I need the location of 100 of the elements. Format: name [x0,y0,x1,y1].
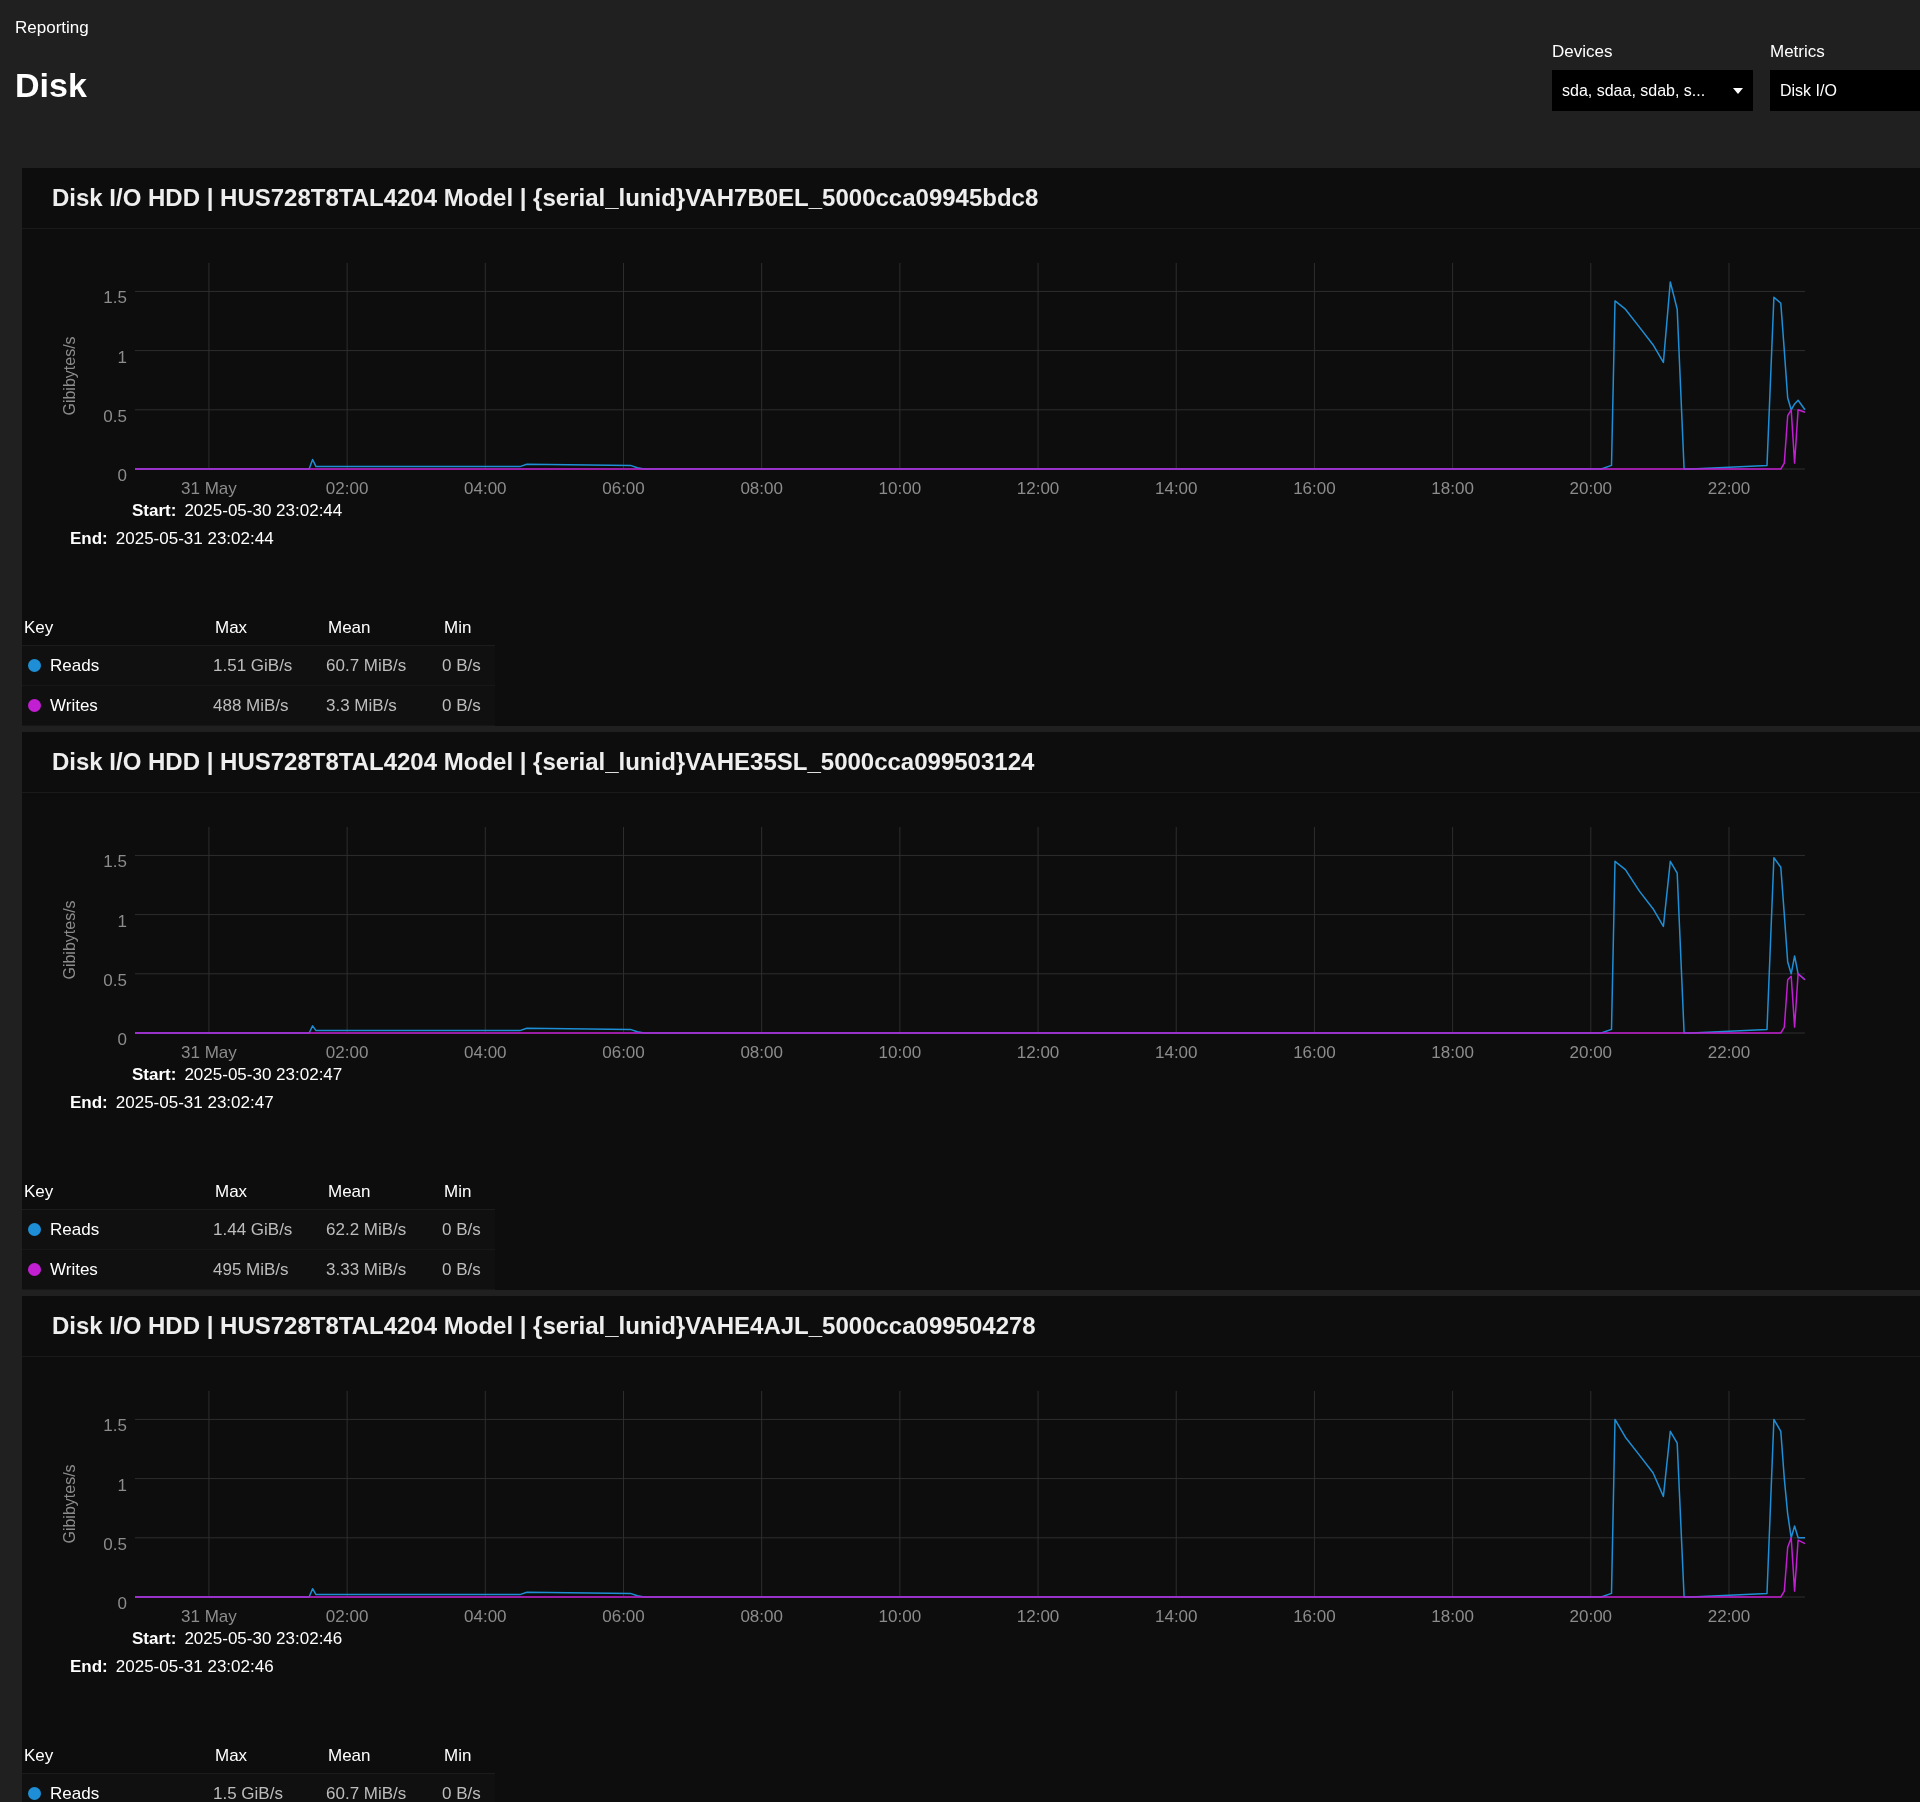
column-header: Min [444,1746,473,1766]
range-label: End: [70,1093,108,1113]
series-name: Reads [50,1783,100,1802]
card-title: Disk I/O HDD | HUS728T8TAL4204 Model | {serial_lunid}VAH7B0EL_5000cca09945bdc8 [52,184,1039,212]
x-tick-label: 02:00 [325,479,369,498]
filter-label: Devices [1552,42,1614,62]
x-tick-label: 02:00 [325,1607,369,1626]
series-name: Writes [50,1259,98,1280]
x-tick-label: 16:00 [1293,1043,1336,1062]
table-cell-text: 3.33 MiB/s [326,1259,408,1280]
table-cell-text: 0 B/s [442,1219,482,1240]
x-tick-label: 12:00 [1016,1043,1060,1062]
x-tick-label: 20:00 [1569,1607,1613,1626]
x-tick-label: 04:00 [464,479,507,498]
x-tick-label: 08:00 [740,1043,783,1062]
table-cell-text: 0 B/s [442,1259,482,1280]
column-header: Key [23,1746,55,1766]
y-tick-label: 0.5 [103,970,127,990]
table-cell-text: 488 MiB/s [213,695,290,716]
x-tick-label: 31 May [181,479,237,498]
filter-label: Metrics [1770,42,1826,62]
x-tick-label: 18:00 [1431,1607,1474,1626]
table-cell-text: 1.44 GiB/s [213,1219,294,1240]
x-tick-label: 14:00 [1154,1043,1198,1062]
range-label: Start: [132,1065,177,1085]
x-tick-label: 06:00 [602,479,645,498]
x-tick-label: 06:00 [602,1607,645,1626]
y-tick-label: 0 [117,1030,127,1049]
table-cell-text: 0 B/s [442,695,482,716]
page-title: Disk [15,66,88,105]
y-axis-title: Gibibytes/s [61,900,78,980]
card-title: Disk I/O HDD | HUS728T8TAL4204 Model | {serial_lunid}VAHE4AJL_5000cca099504278 [52,1312,1036,1340]
x-tick-label: 16:00 [1293,479,1336,498]
y-axis-title: Gibibytes/s [61,1464,78,1544]
x-tick-label: 20:00 [1569,479,1613,498]
x-tick-label: 08:00 [740,479,783,498]
column-header: Mean [328,1746,372,1766]
table-cell-text: 1.51 GiB/s [213,655,294,676]
x-tick-label: 18:00 [1431,1043,1474,1062]
range-value: 2025-05-31 23:02:47 [115,1093,274,1113]
range-value: 2025-05-31 23:02:46 [115,1657,274,1677]
column-header: Max [215,618,249,638]
table-cell-text: 60.7 MiB/s [326,655,408,676]
table-cell-text: 1.5 GiB/s [213,1783,284,1802]
range-label: End: [70,1657,108,1677]
y-tick-label: 1.5 [103,1416,127,1436]
x-tick-label: 18:00 [1431,479,1474,498]
card-title: Disk I/O HDD | HUS728T8TAL4204 Model | {serial_lunid}VAHE35SL_5000cca099503124 [52,748,1035,776]
range-label: Start: [132,1629,177,1649]
range-value: 2025-05-30 23:02:44 [184,501,343,521]
x-tick-label: 10:00 [878,1607,922,1626]
breadcrumb[interactable]: Reporting [15,18,89,38]
series-name: Reads [50,1219,100,1240]
y-tick-label: 1 [117,911,127,931]
y-tick-label: 0 [117,1594,127,1613]
x-tick-label: 22:00 [1707,1607,1751,1626]
range-value: 2025-05-31 23:02:44 [115,529,274,549]
table-cell-text: 3.3 MiB/s [326,695,398,716]
column-header: Key [23,618,55,638]
x-tick-label: 08:00 [740,1607,783,1626]
x-tick-label: 04:00 [464,1043,507,1062]
column-header: Mean [328,618,372,638]
x-tick-label: 06:00 [602,1043,645,1062]
column-header: Mean [328,1182,372,1202]
y-tick-label: 1 [117,1475,127,1495]
x-tick-label: 31 May [181,1043,237,1062]
y-tick-label: 1 [117,347,127,367]
column-header: Min [444,1182,473,1202]
column-header: Max [215,1746,249,1766]
x-tick-label: 04:00 [464,1607,507,1626]
series-name: Writes [50,695,98,716]
x-tick-label: 14:00 [1154,479,1198,498]
table-cell-text: 60.7 MiB/s [326,1783,408,1802]
column-header: Min [444,618,473,638]
x-tick-label: 10:00 [878,479,922,498]
x-tick-label: 20:00 [1569,1043,1613,1062]
range-value: 2025-05-30 23:02:47 [184,1065,343,1085]
x-tick-label: 31 May [181,1607,237,1626]
y-tick-label: 1.5 [103,288,127,308]
table-cell-text: 62.2 MiB/s [326,1219,408,1240]
x-tick-label: 16:00 [1293,1607,1336,1626]
y-axis-title: Gibibytes/s [61,336,78,416]
range-label: Start: [132,501,177,521]
x-tick-label: 12:00 [1016,479,1060,498]
x-tick-label: 02:00 [325,1043,369,1062]
column-header: Max [215,1182,249,1202]
table-cell-text: 0 B/s [442,655,482,676]
x-tick-label: 22:00 [1707,1043,1751,1062]
metrics-field[interactable]: Disk I/O [1770,70,1920,111]
range-value: 2025-05-30 23:02:46 [184,1629,343,1649]
x-tick-label: 10:00 [878,1043,922,1062]
y-tick-label: 1.5 [103,852,127,872]
x-tick-label: 14:00 [1154,1607,1198,1626]
series-name: Reads [50,655,100,676]
y-tick-label: 0.5 [103,1534,127,1554]
x-tick-label: 12:00 [1016,1607,1060,1626]
y-tick-label: 0.5 [103,406,127,426]
devices-dropdown[interactable]: sda, sdaa, sdab, s... [1552,70,1753,111]
x-tick-label: 22:00 [1707,479,1751,498]
range-label: End: [70,529,108,549]
